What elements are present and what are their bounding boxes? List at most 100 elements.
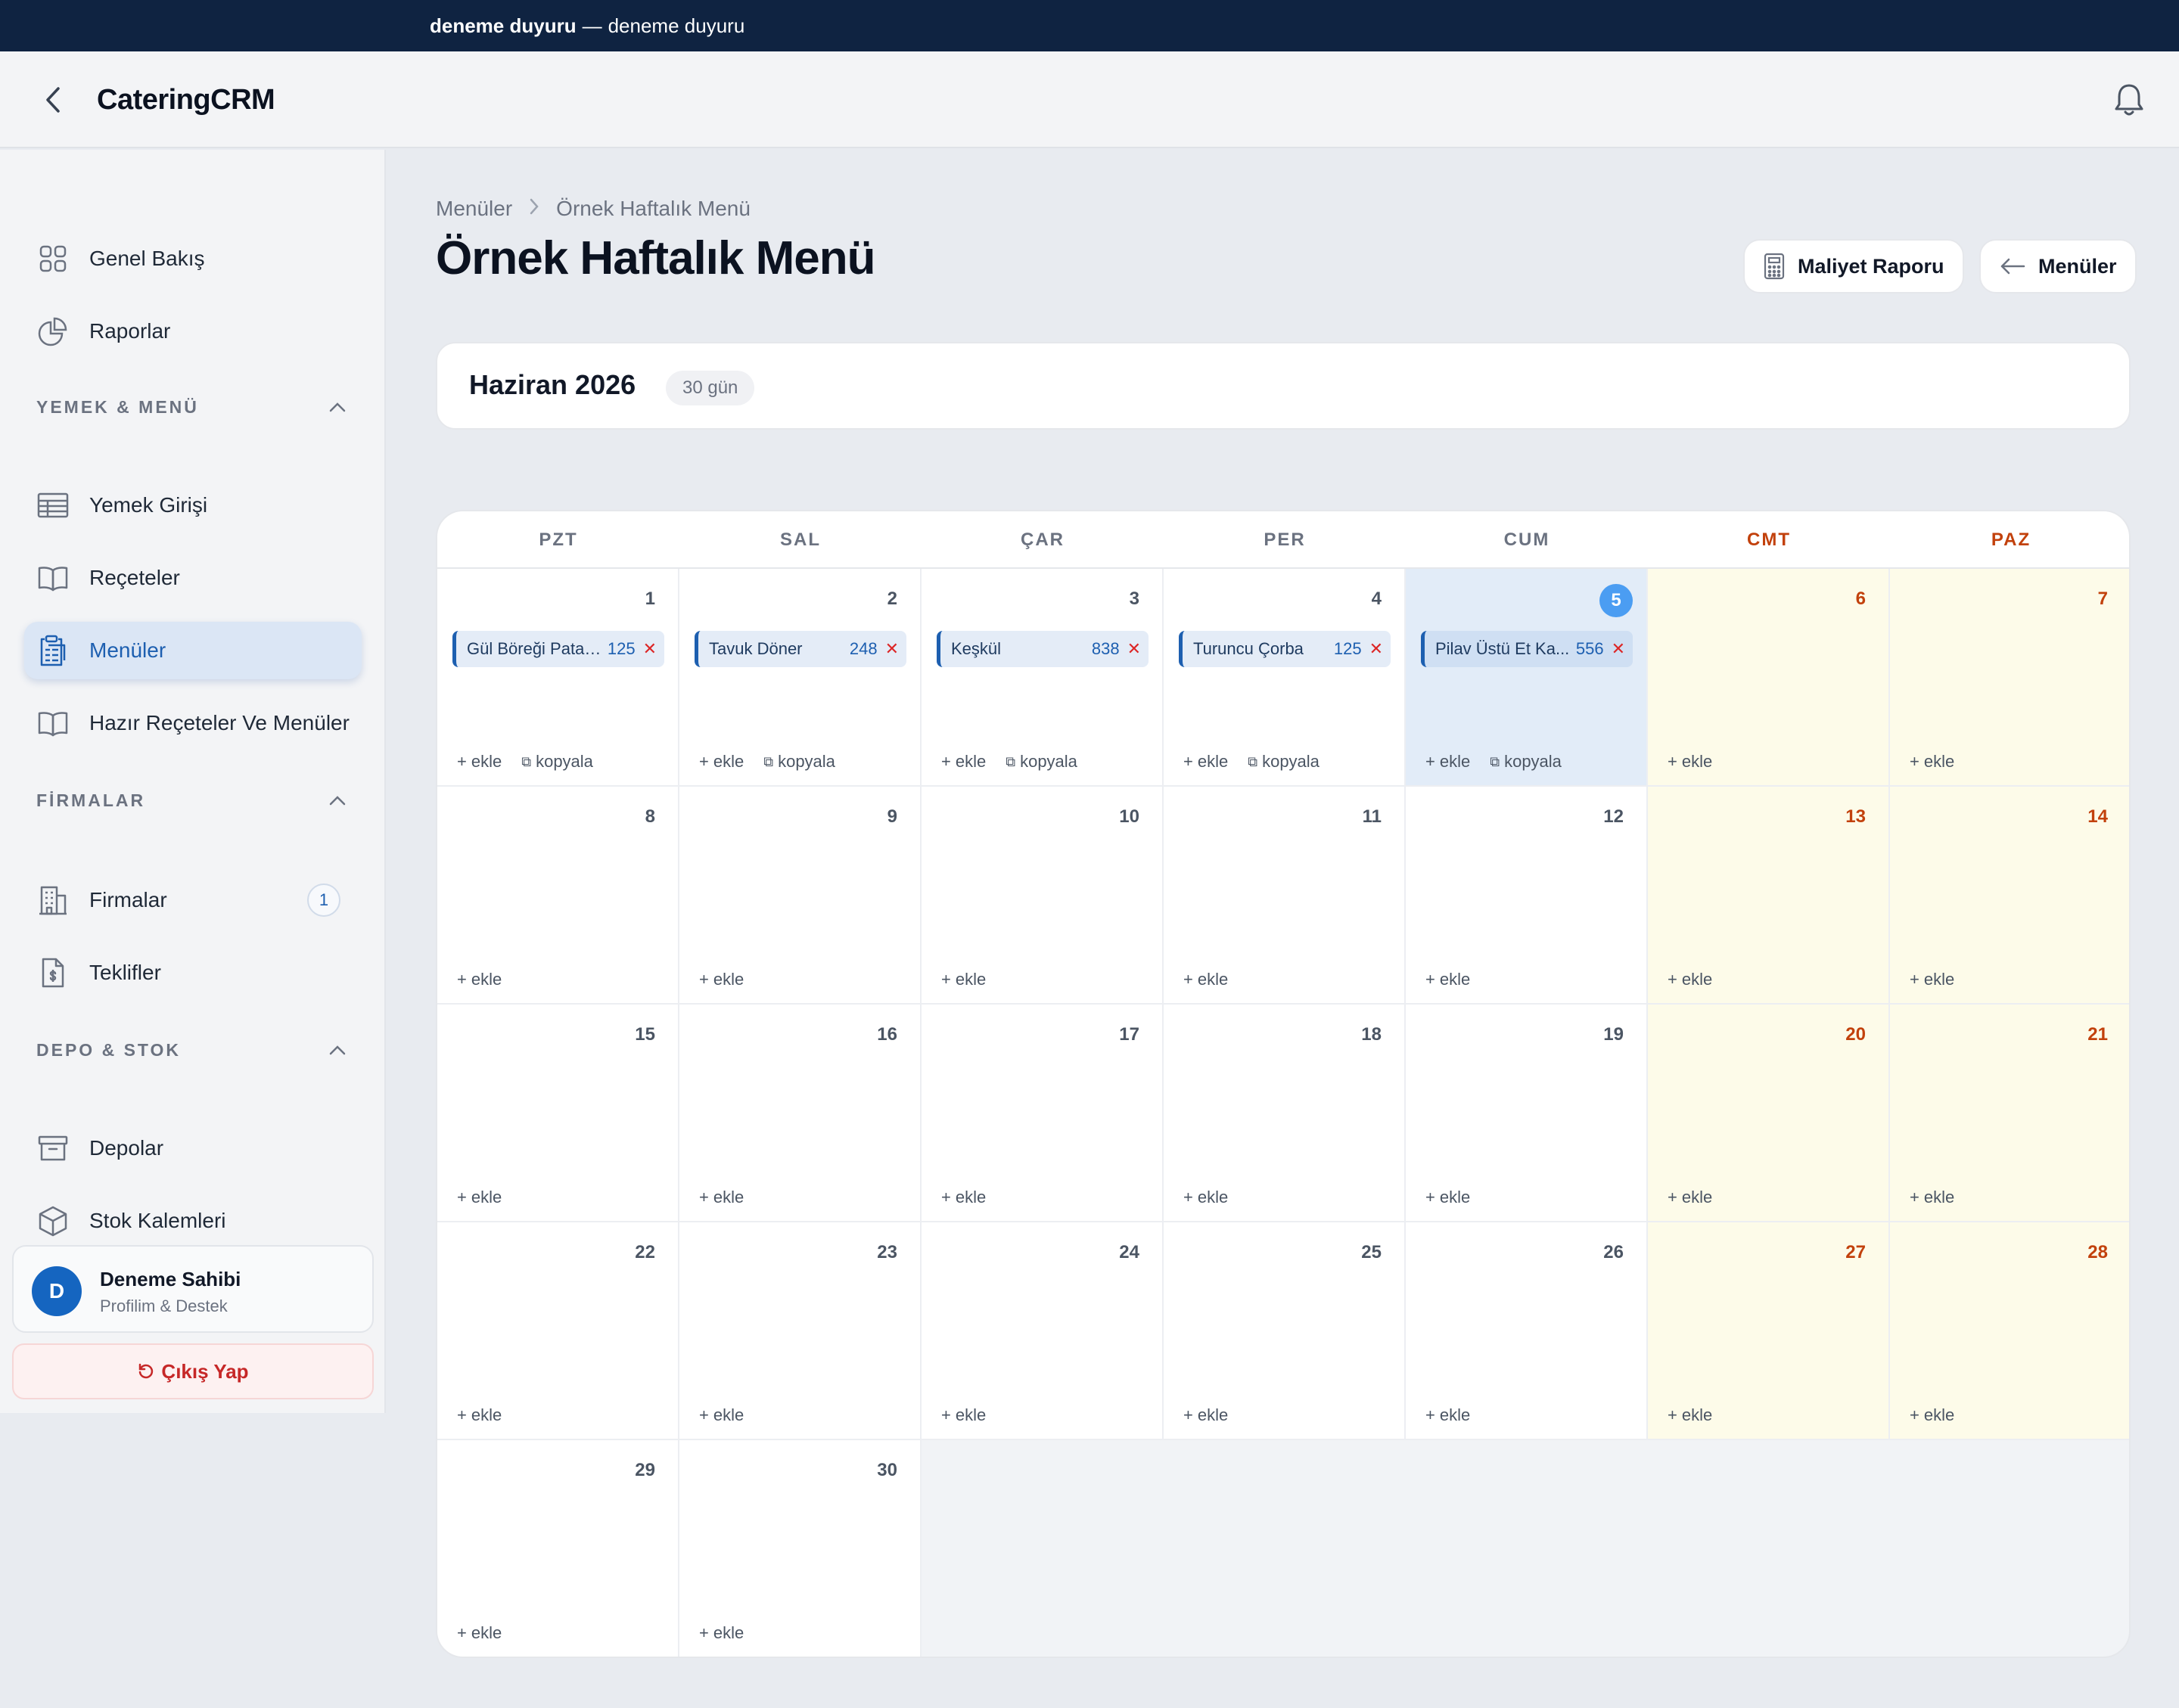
section-title: FİRMALAR [36, 790, 146, 810]
add-label: ekle [1439, 1188, 1471, 1206]
remove-icon[interactable]: ✕ [1369, 639, 1383, 659]
add-button[interactable]: + ekle [1183, 1405, 1228, 1425]
day-cell: 23 + ekle [679, 1222, 922, 1440]
section-header-yemek-menu[interactable]: YEMEK & MENÜ [36, 392, 347, 422]
add-button[interactable]: + ekle [699, 1405, 744, 1425]
day-actions: + ekle ⧉ kopyala [699, 752, 835, 772]
day-cell: 13 + ekle [1648, 787, 1890, 1005]
plus-icon: + [941, 1188, 951, 1206]
day-number: 13 [1845, 806, 1866, 827]
add-button[interactable]: + ekle [1910, 970, 1954, 989]
add-button[interactable]: + ekle [941, 752, 986, 772]
copy-icon: ⧉ [521, 753, 532, 769]
day-actions: + ekle [457, 1405, 502, 1425]
weekday-label: PER [1264, 529, 1306, 550]
remove-icon[interactable]: ✕ [643, 639, 657, 659]
add-button[interactable]: + ekle [1668, 970, 1712, 989]
add-button[interactable]: + ekle [1183, 970, 1228, 989]
add-button[interactable]: + ekle [1910, 1405, 1954, 1425]
section-header-depo-stok[interactable]: DEPO & STOK [36, 1035, 347, 1065]
section-header-firmalar[interactable]: FİRMALAR [36, 785, 347, 815]
back-to-menus-button[interactable]: Menüler [1979, 239, 2137, 293]
copy-button[interactable]: ⧉ kopyala [763, 752, 835, 772]
day-cell: 26 + ekle [1406, 1222, 1648, 1440]
box-icon [36, 1204, 70, 1238]
sidebar-item-menuler[interactable]: Menüler [24, 622, 362, 679]
day-cell: 12 + ekle [1406, 787, 1648, 1005]
copy-button[interactable]: ⧉ kopyala [521, 752, 593, 772]
menu-entry[interactable]: Turuncu Çorba 125 ✕ [1179, 631, 1391, 667]
menu-entry[interactable]: Gül Böreği Patat... 125 ✕ [452, 631, 664, 667]
profile-card[interactable]: D Deneme Sahibi Profilim & Destek [12, 1245, 374, 1333]
day-cell: 6 + ekle [1648, 569, 1890, 787]
remove-icon[interactable]: ✕ [1612, 639, 1625, 659]
add-button[interactable]: + ekle [1425, 752, 1470, 772]
chevron-up-icon [329, 1045, 346, 1055]
day-actions: + ekle [699, 1623, 744, 1643]
add-label: ekle [471, 1188, 502, 1206]
add-button[interactable]: + ekle [1425, 1405, 1470, 1425]
count-badge: 1 [307, 884, 340, 917]
sidebar-item-firmalar[interactable]: Firmalar 1 [24, 871, 362, 929]
logout-button[interactable]: Çıkış Yap [12, 1343, 374, 1399]
add-label: ekle [1923, 1188, 1955, 1206]
day-cell: 15 + ekle [437, 1005, 679, 1222]
add-button[interactable]: + ekle [457, 752, 502, 772]
menu-entry[interactable]: Keşkül 838 ✕ [937, 631, 1149, 667]
sidebar-item-receteler[interactable]: Reçeteler [24, 549, 362, 607]
add-button[interactable]: + ekle [1183, 1188, 1228, 1207]
chevron-right-icon [529, 197, 539, 221]
add-button[interactable]: + ekle [457, 1188, 502, 1207]
menu-entry[interactable]: Tavuk Döner 248 ✕ [695, 631, 906, 667]
copy-button[interactable]: ⧉ kopyala [1248, 752, 1320, 772]
add-button[interactable]: + ekle [1910, 752, 1954, 772]
sidebar-item-label: Yemek Girişi [89, 493, 208, 517]
add-button[interactable]: + ekle [941, 1405, 986, 1425]
add-button[interactable]: + ekle [1425, 1188, 1470, 1207]
add-button[interactable]: + ekle [1183, 752, 1228, 772]
add-label: ekle [1681, 970, 1713, 989]
copy-icon: ⧉ [1248, 753, 1258, 769]
sidebar-item-label: Hazır Reçeteler Ve Menüler [89, 711, 350, 734]
menu-entry[interactable]: Pilav Üstü Et Ka... 556 ✕ [1421, 631, 1633, 667]
day-actions: + ekle [699, 970, 744, 989]
bell-icon[interactable] [2112, 82, 2146, 118]
day-cell: 16 + ekle [679, 1005, 922, 1222]
sidebar-item-hazir-receteler[interactable]: Hazır Reçeteler Ve Menüler [24, 694, 362, 752]
add-label: ekle [955, 1188, 987, 1206]
back-chevron-icon[interactable] [39, 85, 67, 115]
day-cell: 19 + ekle [1406, 1005, 1648, 1222]
add-button[interactable]: + ekle [699, 1623, 744, 1643]
sidebar-item-raporlar[interactable]: Raporlar [24, 303, 362, 360]
add-button[interactable]: + ekle [457, 970, 502, 989]
add-button[interactable]: + ekle [699, 1188, 744, 1207]
sidebar-item-depolar[interactable]: Depolar [24, 1120, 362, 1177]
breadcrumb-parent[interactable]: Menüler [436, 197, 512, 221]
add-button[interactable]: + ekle [699, 970, 744, 989]
sidebar-item-genel-bakis[interactable]: Genel Bakış [24, 230, 362, 287]
add-button[interactable]: + ekle [457, 1405, 502, 1425]
sidebar-item-yemek-girisi[interactable]: Yemek Girişi [24, 477, 362, 534]
add-button[interactable]: + ekle [1910, 1188, 1954, 1207]
day-actions: + ekle ⧉ kopyala [1183, 752, 1320, 772]
cost-report-button[interactable]: Maliyet Raporu [1743, 239, 1964, 293]
plus-icon: + [1425, 970, 1435, 989]
add-button[interactable]: + ekle [457, 1623, 502, 1643]
sidebar-item-teklifler[interactable]: Teklifler [24, 944, 362, 1002]
copy-button[interactable]: ⧉ kopyala [1006, 752, 1077, 772]
chevron-up-icon [329, 796, 346, 806]
add-button[interactable]: + ekle [941, 1188, 986, 1207]
day-number: 2 [887, 588, 897, 609]
add-button[interactable]: + ekle [1668, 1405, 1712, 1425]
add-button[interactable]: + ekle [1425, 970, 1470, 989]
copy-label: kopyala [536, 752, 593, 771]
day-actions: + ekle [457, 1623, 502, 1643]
copy-button[interactable]: ⧉ kopyala [1490, 752, 1562, 772]
remove-icon[interactable]: ✕ [885, 639, 899, 659]
add-button[interactable]: + ekle [941, 970, 986, 989]
sidebar-item-stok-kalemleri[interactable]: Stok Kalemleri [24, 1192, 362, 1250]
add-button[interactable]: + ekle [1668, 1188, 1712, 1207]
add-button[interactable]: + ekle [1668, 752, 1712, 772]
add-button[interactable]: + ekle [699, 752, 744, 772]
remove-icon[interactable]: ✕ [1127, 639, 1141, 659]
